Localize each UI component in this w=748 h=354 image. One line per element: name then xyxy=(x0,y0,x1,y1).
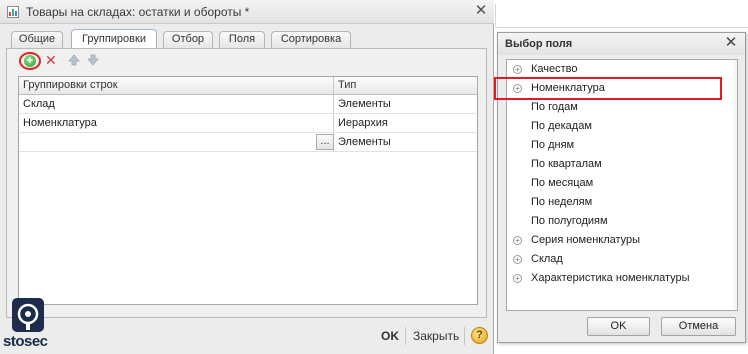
tree-item-label: Склад xyxy=(531,253,563,265)
tree-item-by-half-years[interactable]: По полугодиям xyxy=(507,212,731,231)
close-icon[interactable]: ✕ xyxy=(723,35,739,51)
report-icon xyxy=(7,6,19,18)
column-header-row-groupings[interactable]: Группировки строк xyxy=(19,77,333,95)
field-selection-dialog: Выбор поля ✕ + Качество + Номенклатура П… xyxy=(494,32,746,343)
divider xyxy=(464,327,465,345)
tree-item-label: По декадам xyxy=(531,120,592,132)
table-row[interactable]: Номенклатура Иерархия xyxy=(19,114,477,133)
tree-item-nomenclature-characteristic[interactable]: + Характеристика номенклатуры xyxy=(507,269,731,288)
logo-icon xyxy=(12,298,44,332)
grouping-name-input[interactable] xyxy=(19,133,23,152)
expand-icon[interactable]: + xyxy=(513,65,522,74)
tree-item-label: По годам xyxy=(531,101,578,113)
tree-item-label: По неделям xyxy=(531,196,593,208)
cancel-button[interactable]: Отмена xyxy=(661,317,736,336)
divider xyxy=(495,27,748,28)
tab-fields[interactable]: Поля xyxy=(219,31,265,48)
tree-item-label: Серия номенклатуры xyxy=(531,234,641,246)
tree-item-label: Характеристика номенклатуры xyxy=(531,272,690,284)
groupings-table[interactable]: Группировки строк Тип Склад Элементы Ном… xyxy=(18,76,478,305)
expand-icon[interactable]: + xyxy=(513,236,522,245)
tree-item-by-days[interactable]: По дням xyxy=(507,136,731,155)
arrow-up-icon[interactable] xyxy=(67,53,81,67)
tree-item-by-months[interactable]: По месяцам xyxy=(507,174,731,193)
close-button[interactable]: Закрыть xyxy=(413,329,459,343)
tree-item-by-decades[interactable]: По декадам xyxy=(507,117,731,136)
add-button[interactable]: + xyxy=(19,52,41,70)
select-field-button[interactable]: ... xyxy=(316,134,334,150)
grouping-type-cell: Иерархия xyxy=(338,117,388,129)
column-header-type[interactable]: Тип xyxy=(334,77,474,95)
ok-button[interactable]: OK xyxy=(381,329,399,343)
tree-item-by-years[interactable]: По годам xyxy=(507,98,731,117)
tab-sorting[interactable]: Сортировка xyxy=(271,31,351,48)
close-icon[interactable]: ✕ xyxy=(472,2,490,20)
ok-button[interactable]: OK xyxy=(587,317,650,336)
logo-text: stosec xyxy=(3,333,48,350)
tree-item-label: По месяцам xyxy=(531,177,594,189)
tree-item-by-weeks[interactable]: По неделям xyxy=(507,193,731,212)
window-title: Товары на складах: остатки и обороты * xyxy=(26,5,250,19)
dialog-titlebar: Выбор поля ✕ xyxy=(498,33,745,55)
tab-filter[interactable]: Отбор xyxy=(163,31,213,48)
highlight-box xyxy=(494,77,722,100)
add-icon: + xyxy=(24,55,36,67)
divider xyxy=(405,327,406,345)
tree-item-label: По кварталам xyxy=(531,158,602,170)
grouping-name-cell: Номенклатура xyxy=(23,117,97,129)
table-row-editing[interactable]: ... Элементы xyxy=(19,133,477,152)
expand-icon[interactable]: + xyxy=(513,274,522,283)
dialog-title: Выбор поля xyxy=(505,38,573,50)
arrow-down-icon[interactable] xyxy=(86,53,100,67)
tab-groupings[interactable]: Группировки xyxy=(71,29,157,49)
grouping-type-cell: Элементы xyxy=(338,136,391,148)
tab-general[interactable]: Общие xyxy=(11,31,63,48)
main-titlebar: Товары на складах: остатки и обороты * ✕ xyxy=(0,0,494,24)
table-row[interactable]: Склад Элементы xyxy=(19,95,477,114)
main-window: Товары на складах: остатки и обороты * ✕… xyxy=(0,0,494,354)
tree-item-nomenclature-series[interactable]: + Серия номенклатуры xyxy=(507,231,731,250)
tree-item-label: По дням xyxy=(531,139,575,151)
tree-item-label: По полугодиям xyxy=(531,215,608,227)
grouping-type-cell: Элементы xyxy=(338,98,391,110)
table-header: Группировки строк Тип xyxy=(19,77,477,95)
tree-item-warehouse[interactable]: + Склад xyxy=(507,250,731,269)
divider xyxy=(495,4,496,26)
expand-icon[interactable]: + xyxy=(513,255,522,264)
grouping-name-cell: Склад xyxy=(23,98,55,110)
tree-item-by-quarters[interactable]: По кварталам xyxy=(507,155,731,174)
scrollbar-track[interactable] xyxy=(733,60,737,310)
delete-icon[interactable]: ✕ xyxy=(45,53,59,67)
help-icon[interactable]: ? xyxy=(471,327,488,344)
